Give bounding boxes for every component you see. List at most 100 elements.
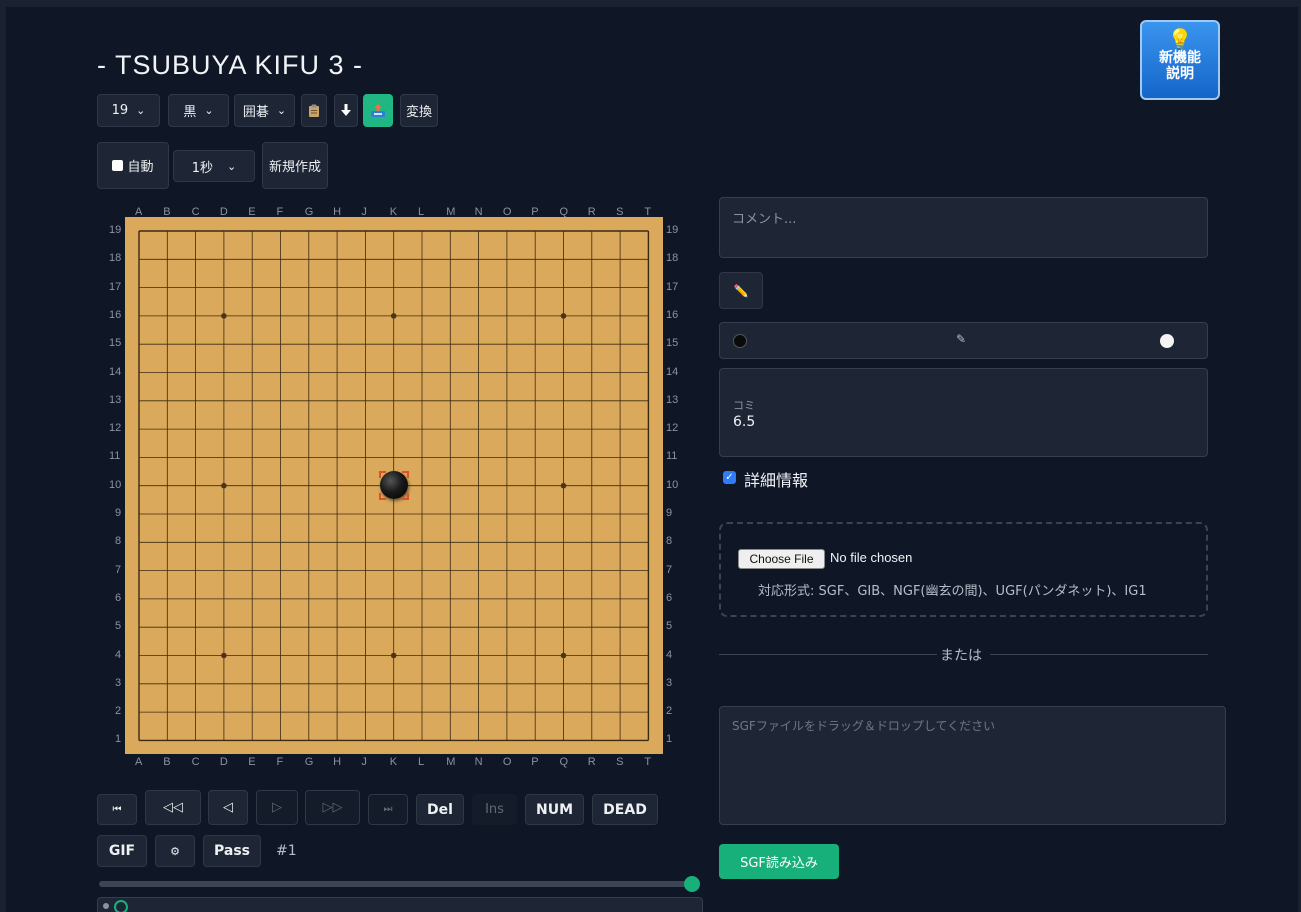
clipboard-button[interactable] — [301, 94, 327, 127]
column-label: S — [616, 756, 624, 768]
back-many-button[interactable]: ◁◁ — [145, 790, 201, 825]
move-slider-thumb[interactable] — [684, 876, 700, 892]
number-toggle-button[interactable]: NUM — [525, 794, 584, 825]
row-label: 12 — [666, 422, 679, 435]
chevron-down-icon: ⌄ — [204, 104, 214, 117]
checkmark-icon: ✓ — [725, 472, 734, 483]
board-size-select[interactable]: 19 ⌄ — [97, 94, 160, 127]
black-player-icon — [733, 334, 747, 348]
column-label: K — [389, 756, 398, 768]
settings-button[interactable]: ⚙ — [155, 835, 195, 867]
dead-stones-button[interactable]: DEAD — [592, 794, 658, 825]
choose-file-button[interactable]: Choose File — [738, 549, 825, 569]
row-label: 8 — [115, 535, 122, 548]
column-label: A — [135, 756, 143, 768]
edit-comment-button[interactable]: ✏️ — [719, 272, 763, 309]
first-move-button[interactable]: ⏮ — [97, 794, 137, 825]
chevron-down-icon: ⌄ — [136, 104, 146, 117]
column-label: F — [276, 756, 284, 768]
sgf-textarea[interactable]: SGFファイルをドラッグ＆ドロップしてください — [719, 706, 1226, 825]
row-label: 9 — [115, 507, 122, 519]
row-label: 9 — [666, 507, 673, 519]
column-label: C — [191, 756, 200, 768]
forward-many-button[interactable]: ▷▷ — [305, 790, 360, 825]
move-slider-track[interactable] — [99, 881, 693, 887]
column-label: B — [163, 756, 171, 768]
row-label: 6 — [115, 591, 122, 604]
row-label: 16 — [666, 308, 679, 321]
delete-move-button[interactable]: Del — [416, 794, 464, 825]
back-button[interactable]: ◁ — [208, 790, 248, 825]
row-label: 19 — [109, 224, 122, 236]
forward-button[interactable]: ▷ — [256, 790, 298, 825]
star-point — [221, 482, 227, 489]
divider-left — [719, 654, 937, 655]
row-label: 1 — [666, 733, 673, 746]
auto-play-toggle[interactable]: 自動 — [97, 142, 169, 189]
column-label: L — [418, 756, 425, 768]
row-label: 10 — [109, 478, 122, 491]
column-label: Q — [559, 756, 569, 768]
row-label: 4 — [666, 648, 673, 661]
gif-export-button[interactable]: GIF — [97, 835, 147, 867]
download-button[interactable] — [334, 94, 358, 127]
column-label: R — [587, 756, 596, 768]
timeline-dot — [103, 903, 109, 909]
new-game-button[interactable]: 新規作成 — [262, 142, 328, 189]
row-label: 10 — [666, 478, 679, 491]
upload-button[interactable] — [363, 94, 393, 127]
interval-select[interactable]: 1秒 ⌄ — [173, 150, 255, 182]
row-label: 4 — [115, 648, 122, 661]
file-drop-zone[interactable] — [719, 522, 1208, 617]
row-label: 2 — [666, 705, 673, 718]
pencil-icon: ✏️ — [733, 283, 749, 298]
interval-value: 1秒 — [191, 160, 214, 176]
row-label: 7 — [115, 563, 122, 576]
komi-field[interactable] — [719, 368, 1208, 457]
row-label: 15 — [666, 337, 679, 350]
game-type-value: 囲碁 — [242, 105, 269, 120]
row-label: 12 — [109, 422, 122, 435]
row-label: 2 — [115, 705, 122, 718]
row-label: 3 — [666, 676, 673, 689]
row-label: 3 — [115, 676, 122, 689]
star-point — [221, 313, 227, 319]
last-move-button[interactable]: ⏭ — [368, 794, 408, 825]
column-label: N — [474, 756, 483, 768]
stone-color-select[interactable]: 黒 ⌄ — [168, 94, 229, 127]
row-label: 11 — [109, 450, 121, 463]
row-label: 14 — [666, 365, 679, 378]
star-point — [560, 482, 567, 489]
game-type-select[interactable]: 囲碁 ⌄ — [234, 94, 295, 127]
star-point — [221, 652, 227, 659]
last-move-marker — [379, 471, 386, 478]
row-label: 18 — [666, 252, 679, 265]
details-checkbox[interactable]: ✓ — [723, 471, 736, 484]
last-move-marker — [402, 493, 409, 500]
pass-button[interactable]: Pass — [203, 835, 261, 867]
convert-button[interactable]: 変換 — [400, 94, 438, 127]
auto-checkbox[interactable] — [112, 160, 124, 171]
new-feature-line1: 新機能 — [1159, 50, 1201, 66]
column-label: E — [248, 756, 256, 768]
star-point — [390, 652, 397, 659]
column-label: J — [361, 756, 367, 768]
gear-icon: ⚙ — [170, 844, 180, 858]
row-label: 16 — [109, 308, 122, 321]
row-label: 8 — [666, 535, 673, 548]
sgf-load-button[interactable]: SGF読み込み — [719, 844, 839, 879]
row-label: 11 — [666, 450, 678, 463]
row-label: 18 — [109, 252, 122, 265]
row-label: 1 — [115, 733, 122, 746]
no-file-text: No file chosen — [830, 550, 913, 565]
edit-players-pencil-icon[interactable]: ✎ — [956, 332, 966, 346]
comment-textarea[interactable]: コメント... — [719, 197, 1208, 258]
column-label: G — [304, 756, 314, 768]
new-feature-button[interactable]: 💡 新機能 説明 — [1140, 20, 1220, 100]
row-label: 19 — [666, 224, 679, 236]
inbox-upload-icon — [371, 103, 385, 117]
column-label: O — [502, 756, 512, 768]
star-point — [560, 313, 567, 319]
insert-move-button[interactable]: Ins — [472, 794, 517, 825]
column-label: H — [333, 756, 342, 768]
